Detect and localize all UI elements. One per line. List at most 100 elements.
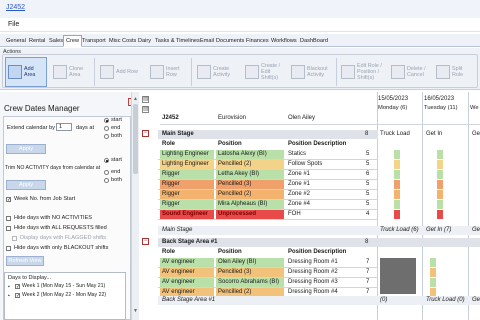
date-header: 15/05/2023 bbox=[378, 96, 409, 102]
day-header: Tuesday (11) bbox=[424, 105, 458, 111]
date-header: 16/05/2023 bbox=[424, 96, 455, 102]
shift-bar[interactable] bbox=[437, 200, 443, 209]
position-cell[interactable]: Letha Akey (BI) bbox=[216, 170, 284, 179]
collapse-all-icon[interactable]: ▤ bbox=[142, 106, 149, 113]
shift-bar[interactable] bbox=[430, 278, 436, 287]
hide-blackout-checkbox[interactable] bbox=[6, 246, 11, 251]
create-activity-button[interactable]: Create Activity bbox=[195, 57, 239, 87]
area-footer-total: Get bbox=[472, 297, 480, 303]
hide-no-activities-checkbox[interactable] bbox=[6, 216, 11, 221]
shift-bar[interactable] bbox=[437, 160, 443, 169]
trim-both-radio[interactable] bbox=[104, 178, 109, 183]
separator bbox=[94, 58, 95, 86]
add-row-icon bbox=[100, 65, 114, 79]
week1-checkbox[interactable]: ✓ bbox=[15, 284, 20, 290]
tab-transport[interactable]: Transport bbox=[79, 35, 109, 47]
role-cell[interactable]: Rigger bbox=[160, 170, 214, 179]
extend-both-radio[interactable] bbox=[104, 134, 109, 139]
shift-bar[interactable] bbox=[394, 210, 400, 219]
week-start-checkbox[interactable]: ✓ bbox=[6, 197, 11, 203]
shift-bar[interactable] bbox=[394, 180, 400, 189]
position-cell[interactable]: Mira Alpheaus (BI) bbox=[216, 200, 284, 209]
area-name[interactable]: Main Stage bbox=[160, 130, 260, 139]
trim-end-label: end bbox=[111, 169, 121, 175]
role-cell[interactable]: AV engineer bbox=[160, 258, 214, 267]
extend-unit-label: days at bbox=[76, 125, 95, 131]
description-cell: Zone #4 bbox=[288, 201, 311, 207]
role-cell[interactable]: Rigger bbox=[160, 180, 214, 189]
position-cell[interactable]: Pencilled (3) bbox=[216, 268, 284, 277]
trim-end-radio[interactable] bbox=[104, 170, 109, 175]
shift-bar[interactable] bbox=[437, 210, 443, 219]
shift-bar[interactable] bbox=[394, 150, 400, 159]
insert-row-button[interactable]: Insert Row bbox=[148, 57, 188, 87]
extend-days-stepper[interactable]: 1 bbox=[56, 123, 72, 131]
shift-bar[interactable] bbox=[437, 150, 443, 159]
role-cell[interactable]: Rigger bbox=[160, 200, 214, 209]
position-cell[interactable]: Pencilled (2) bbox=[216, 190, 284, 199]
shift-bar[interactable] bbox=[430, 258, 436, 267]
position-cell[interactable]: Socorro Abrahams (BI) bbox=[216, 278, 284, 287]
shift-bar[interactable] bbox=[394, 190, 400, 199]
shift-bar[interactable] bbox=[437, 180, 443, 189]
apply-extend-button[interactable]: Apply bbox=[6, 144, 46, 154]
tab-dashboard[interactable]: DashBoard bbox=[297, 35, 331, 47]
role-cell[interactable]: AV engineer bbox=[160, 278, 214, 287]
apply-trim-button[interactable]: Apply bbox=[6, 180, 46, 190]
trim-label: Trim NO ACTIVITY days from calendar at bbox=[5, 165, 101, 171]
refresh-view-button[interactable]: Refresh View bbox=[6, 256, 44, 266]
tab-strip: General Rental Sales Crew Transport Misc… bbox=[0, 34, 480, 47]
area-name[interactable]: Back Stage Area #1 bbox=[160, 238, 280, 247]
tab-tasks-timelines[interactable]: Tasks & Timelines bbox=[152, 35, 203, 47]
shift-bar[interactable] bbox=[437, 170, 443, 179]
tab-workflows[interactable]: Workflows bbox=[268, 35, 300, 47]
scroll-thumb[interactable] bbox=[133, 104, 138, 174]
shift-bar[interactable] bbox=[394, 200, 400, 209]
shift-bar[interactable] bbox=[430, 268, 436, 277]
blackout-shift-block[interactable] bbox=[380, 258, 416, 294]
separator bbox=[336, 58, 337, 86]
scroll-up-icon[interactable]: ▲ bbox=[133, 96, 138, 102]
extend-end-radio[interactable] bbox=[104, 126, 109, 131]
quantity-cell: 5 bbox=[366, 191, 370, 197]
blackout-activity-button[interactable]: Blackout Activity bbox=[289, 57, 333, 87]
file-menu[interactable]: File bbox=[8, 21, 19, 28]
add-area-button[interactable]: Add Area bbox=[5, 57, 47, 87]
role-cell[interactable]: AV engineer bbox=[160, 268, 214, 277]
position-cell[interactable]: Pencilled (2) bbox=[216, 160, 284, 169]
shift-bar[interactable] bbox=[394, 170, 400, 179]
delete-cancel-button[interactable]: Delete / Cancel bbox=[389, 57, 429, 87]
shift-bar[interactable] bbox=[437, 190, 443, 199]
role-cell[interactable]: Rigger bbox=[160, 190, 214, 199]
window-title-link[interactable]: J2452 bbox=[6, 4, 25, 11]
edit-shifts-button[interactable]: Create / Edit Shift(s) bbox=[243, 57, 285, 87]
collapse-area-icon[interactable]: − bbox=[142, 238, 149, 245]
add-row-button[interactable]: Add Row bbox=[98, 57, 142, 87]
position-cell[interactable]: Pencilled (3) bbox=[216, 180, 284, 189]
role-cell[interactable]: Lighting Engineer bbox=[160, 150, 214, 159]
hide-all-filled-label: Hide days with ALL REQUESTS filled bbox=[14, 225, 107, 231]
position-cell[interactable]: Olen Ailey (BI) bbox=[216, 258, 284, 267]
scroll-down-icon[interactable]: ▼ bbox=[133, 308, 138, 314]
edit-role-button[interactable]: Edit Role / Position / Shift(s) bbox=[339, 57, 385, 87]
trim-start-radio[interactable] bbox=[104, 158, 109, 163]
tab-rental[interactable]: Rental bbox=[26, 35, 48, 47]
position-cell[interactable]: Latosha Alexy (BI) bbox=[216, 150, 284, 159]
description-column-header: Position Description bbox=[288, 249, 347, 255]
position-cell[interactable]: Unprocessed bbox=[216, 210, 284, 219]
display-flagged-checkbox[interactable] bbox=[12, 236, 17, 241]
shift-bar[interactable] bbox=[394, 160, 400, 169]
expand-icon[interactable]: ▪ bbox=[8, 293, 10, 299]
week2-checkbox[interactable]: ✓ bbox=[15, 293, 20, 299]
collapse-area-icon[interactable]: − bbox=[142, 130, 149, 137]
expand-all-icon[interactable]: ▤ bbox=[142, 96, 149, 103]
description-cell: Dressing Room #2 bbox=[288, 269, 338, 275]
role-cell[interactable]: Lighting Engineer bbox=[160, 160, 214, 169]
hide-all-filled-checkbox[interactable] bbox=[6, 226, 11, 231]
panel-scrollbar[interactable]: ▲ ▼ bbox=[131, 92, 139, 320]
extend-start-radio[interactable] bbox=[104, 118, 109, 123]
expand-icon[interactable]: ▪ bbox=[8, 284, 10, 290]
role-cell[interactable]: Sound Engineer bbox=[160, 210, 214, 219]
clone-area-button[interactable]: Clone Area bbox=[51, 57, 91, 87]
split-role-button[interactable]: Split Role bbox=[434, 57, 476, 87]
